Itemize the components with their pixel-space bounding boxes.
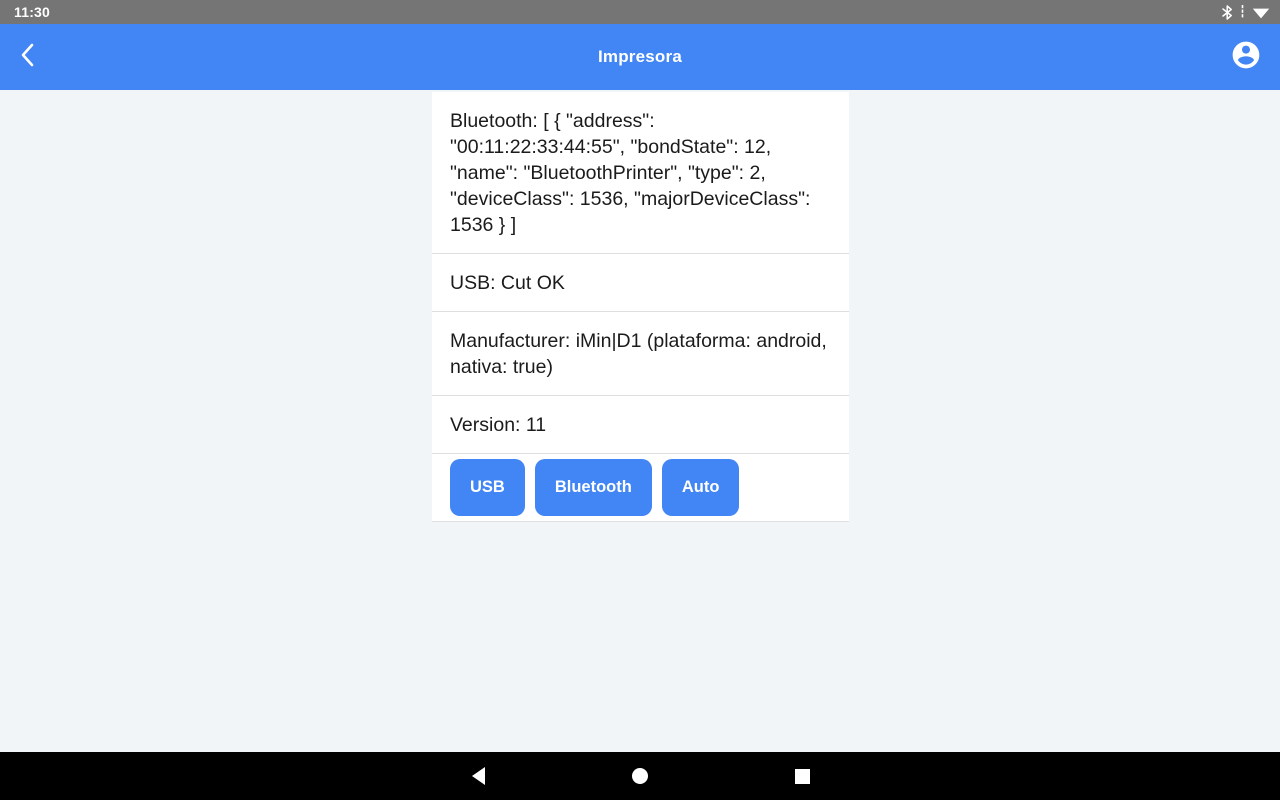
mobile-signal-icon xyxy=(1240,5,1245,19)
account-button[interactable] xyxy=(1222,33,1270,81)
navigation-home-icon xyxy=(632,768,648,784)
bluetooth-status-text: Bluetooth: [ { "address": "00:11:22:33:4… xyxy=(450,110,811,236)
auto-button[interactable]: Auto xyxy=(661,459,740,516)
navigation-home-button[interactable] xyxy=(559,752,721,800)
app-root: 11:30 Impresora Bluetooth: [{"address"… xyxy=(0,0,1280,800)
version-text: Version: 11 xyxy=(450,414,547,436)
status-bar: 11:30 xyxy=(0,0,1280,24)
navigation-recents-button[interactable] xyxy=(721,752,883,800)
bluetooth-icon xyxy=(1222,4,1233,20)
page-title: Impresora xyxy=(597,47,682,66)
account-circle-icon xyxy=(1230,39,1262,76)
version-row: Version: 11 xyxy=(432,396,849,454)
manufacturer-row: Manufacturer: iMin|D1 (plataforma: andro… xyxy=(432,312,849,396)
android-navigation-bar xyxy=(0,752,1280,800)
navigation-back-button[interactable] xyxy=(397,752,559,800)
chevron-left-icon xyxy=(17,41,39,74)
app-bar: Impresora xyxy=(0,24,1280,90)
printer-info-card: Bluetooth: [ { "address": "00:11:22:33:4… xyxy=(432,92,849,522)
manufacturer-text: Manufacturer: iMin|D1 (plataforma: andro… xyxy=(450,330,827,378)
navigation-recents-icon xyxy=(794,768,810,784)
wifi-icon xyxy=(1252,5,1270,19)
usb-button[interactable]: USB xyxy=(450,459,525,516)
content-area: Bluetooth: [ { "address": "00:11:22:33:4… xyxy=(0,90,1280,752)
printer-action-buttons: USB Bluetooth Auto xyxy=(432,454,849,521)
status-bar-clock: 11:30 xyxy=(14,4,51,20)
status-bar-icons xyxy=(1222,4,1270,20)
usb-status-text: USB: Cut OK xyxy=(450,272,565,294)
bluetooth-status-row: Bluetooth: [ { "address": "00:11:22:33:4… xyxy=(432,92,849,254)
back-button[interactable] xyxy=(0,29,56,85)
usb-status-row: USB: Cut OK xyxy=(432,254,849,312)
bluetooth-button[interactable]: Bluetooth xyxy=(534,459,652,516)
navigation-back-icon xyxy=(471,767,485,785)
